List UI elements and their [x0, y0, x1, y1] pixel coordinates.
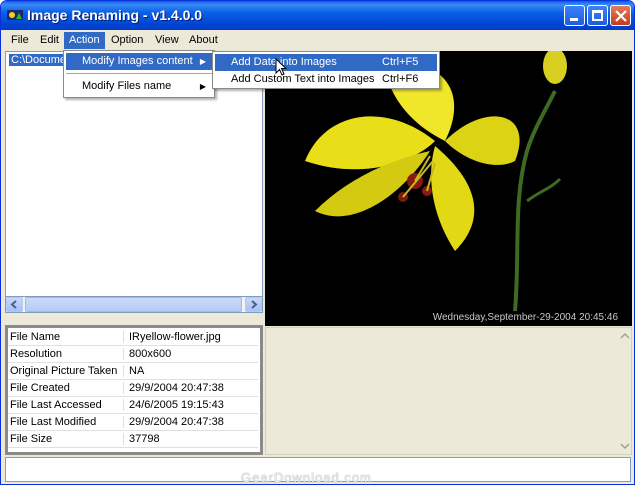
menu-item-label: Add Custom Text into Images: [231, 73, 375, 85]
menu-shortcut: Ctrl+F6: [382, 73, 419, 85]
scroll-arrows: [620, 332, 630, 450]
menu-item-add-date[interactable]: Add Date into Images Ctrl+F5: [215, 54, 437, 71]
close-button[interactable]: [610, 5, 631, 26]
output-preview-pane: [265, 327, 632, 455]
menu-about[interactable]: About: [184, 32, 223, 49]
photo-date-caption: Wednesday,September-29-2004 20:45:46: [432, 312, 618, 323]
close-icon: [615, 10, 627, 22]
menu-option[interactable]: Option: [106, 32, 148, 49]
menu-item-label: Modify Files name: [82, 80, 172, 92]
info-value: IRyellow-flower.jpg: [129, 331, 221, 343]
info-key: File Last Accessed: [10, 399, 124, 411]
scroll-right-button[interactable]: [245, 297, 262, 312]
table-row: File Last Modified 29/9/2004 20:47:38: [8, 414, 258, 431]
scroll-left-button[interactable]: [6, 297, 23, 312]
info-key: File Size: [10, 433, 124, 445]
modify-images-submenu: Add Date into Images Ctrl+F5 Add Custom …: [212, 51, 440, 89]
window-title: Image Renaming - v1.4.0.0: [27, 7, 203, 23]
chevron-left-icon: [10, 300, 17, 309]
menu-item-label: Modify Images content: [82, 55, 193, 67]
info-value: 37798: [129, 433, 160, 445]
info-value: 29/9/2004 20:47:38: [129, 382, 224, 394]
title-bar[interactable]: Image Renaming - v1.4.0.0: [1, 1, 634, 30]
submenu-arrow-icon: ▶: [199, 82, 206, 91]
image-preview: Wednesday,September-29-2004 20:45:46: [265, 51, 632, 326]
table-row: Original Picture Taken NA: [8, 363, 258, 380]
info-key: Original Picture Taken: [10, 365, 124, 377]
menu-action[interactable]: Action: [64, 32, 105, 49]
maximize-icon: [592, 10, 603, 21]
menu-view[interactable]: View: [150, 32, 184, 49]
table-row: File Size 37798: [8, 431, 258, 448]
menu-item-modify-images-content[interactable]: Modify Images content ▶: [66, 53, 212, 70]
watermark: GearDownload.com: [241, 470, 372, 485]
action-menu-dropdown: Modify Images content ▶ Modify Files nam…: [63, 50, 215, 98]
info-value: NA: [129, 365, 145, 377]
info-key: File Name: [10, 331, 124, 343]
submenu-arrow-icon: ▶: [199, 57, 206, 66]
table-row: Resolution 800x600: [8, 346, 258, 363]
minimize-button[interactable]: [564, 5, 585, 26]
info-value: 24/6/2005 19:15:43: [129, 399, 224, 411]
app-window: Image Renaming - v1.4.0.0 File Edit Acti…: [0, 0, 635, 485]
menu-bar: File Edit Action Option View About: [4, 30, 631, 50]
info-value: 29/9/2004 20:47:38: [129, 416, 224, 428]
chevron-right-icon: [251, 300, 258, 309]
minimize-icon: [570, 18, 578, 21]
vertical-scrollbar[interactable]: [618, 329, 632, 453]
flower-photo: [305, 51, 567, 312]
table-row: File Created 29/9/2004 20:47:38: [8, 380, 258, 397]
info-value: 800x600: [129, 348, 172, 360]
menu-file[interactable]: File: [6, 32, 34, 49]
app-icon: [7, 10, 23, 20]
file-info-table: File Name IRyellow-flower.jpg Resolution 8…: [5, 325, 263, 455]
info-key: File Last Modified: [10, 416, 124, 428]
menu-edit[interactable]: Edit: [35, 32, 64, 49]
menu-item-modify-files-name[interactable]: Modify Files name ▶: [66, 78, 212, 95]
maximize-button[interactable]: [587, 5, 608, 26]
table-row: File Last Accessed 24/6/2005 19:15:43: [8, 397, 258, 414]
info-key: Resolution: [10, 348, 124, 360]
info-key: File Created: [10, 382, 124, 394]
mouse-cursor-icon: [275, 58, 287, 76]
scroll-thumb[interactable]: [25, 297, 242, 312]
menu-separator: [66, 73, 212, 74]
menu-item-add-custom-text[interactable]: Add Custom Text into Images Ctrl+F6: [215, 71, 437, 88]
table-row: File Name IRyellow-flower.jpg: [8, 329, 258, 346]
folder-path-item[interactable]: C:\Docume: [9, 54, 69, 66]
horizontal-scrollbar[interactable]: [5, 296, 263, 313]
menu-shortcut: Ctrl+F5: [382, 56, 419, 68]
